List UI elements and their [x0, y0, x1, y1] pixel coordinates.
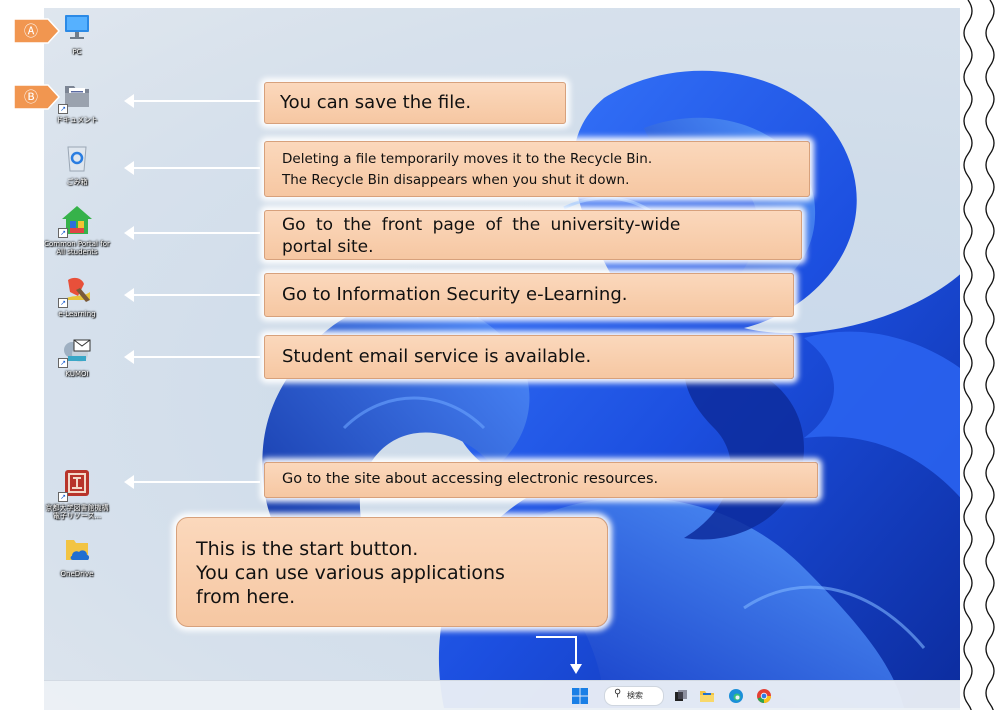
monitor-icon — [60, 12, 94, 44]
callout-start-button: This is the start button. You can use va… — [176, 517, 608, 627]
callout-email-text: Student email service is available. — [282, 346, 592, 367]
callout-start-line3: from here. — [196, 586, 296, 608]
edge-browser-icon[interactable] — [728, 687, 744, 705]
chrome-browser-icon[interactable] — [756, 687, 772, 705]
desktop-icon-recycle-bin[interactable]: ごみ箱 — [44, 142, 122, 186]
start-pointer-line — [536, 636, 576, 638]
icon-label: OneDrive — [60, 570, 94, 578]
desktop-icon-elearning[interactable]: ↗ e-Learning — [44, 274, 122, 318]
shortcut-arrow-icon: ↗ — [58, 298, 68, 308]
shortcut-arrow-icon: ↗ — [58, 358, 68, 368]
badge-b-label: Ⓑ — [24, 90, 38, 106]
callout-recycle-bin: Deleting a file temporarily moves it to … — [264, 141, 810, 197]
torn-edge-divider — [960, 0, 1002, 710]
icon-label: 京都大学図書館機構 電子リソース... — [45, 504, 109, 520]
callout-recycle-line1: Deleting a file temporarily moves it to … — [282, 151, 653, 167]
callout-electronic-resources: Go to the site about accessing electroni… — [264, 462, 818, 498]
arrow-to-documents — [124, 94, 260, 108]
callout-recycle-line2: The Recycle Bin disappears when you shut… — [282, 172, 630, 188]
shortcut-arrow-icon: ↗ — [58, 228, 68, 238]
windows-logo-icon — [572, 688, 588, 704]
arrow-to-kumoi — [124, 350, 260, 364]
start-button[interactable] — [571, 687, 589, 705]
badge-a-label: Ⓐ — [24, 24, 38, 40]
kumoi-mail-icon: ↗ — [58, 334, 94, 368]
callout-portal-line1: Go to the front page of the university-w… — [282, 215, 681, 235]
badge-a: Ⓐ — [13, 18, 61, 44]
callout-portal: Go to the front page of the university-w… — [264, 210, 802, 260]
elearning-pencil-icon: ↗ — [58, 274, 94, 308]
start-pointer-stem — [575, 636, 577, 666]
search-icon: ⚲ — [614, 688, 622, 699]
onedrive-folder-icon — [60, 534, 94, 566]
callout-elearning-text: Go to Information Security e-Learning. — [282, 284, 628, 305]
arrow-to-elearning — [124, 288, 260, 302]
callout-save-text: You can save the file. — [280, 92, 472, 113]
documents-folder-icon: ↗ — [58, 80, 94, 114]
callout-electronic-text: Go to the site about accessing electroni… — [282, 471, 659, 487]
recycle-bin-icon — [60, 142, 94, 174]
callout-portal-line2: portal site. — [282, 237, 374, 257]
taskbar: ⚲ 検索 — [44, 680, 984, 710]
icon-label: Common Portal for All students — [44, 240, 110, 256]
icon-label: PC — [72, 48, 82, 56]
portal-house-icon: ↗ — [58, 204, 94, 238]
library-seal-icon: ↗ — [58, 468, 94, 502]
desktop-icon-common-portal[interactable]: ↗ Common Portal for All students — [44, 204, 122, 256]
badge-b: Ⓑ — [13, 84, 61, 110]
callout-save: You can save the file. — [264, 82, 566, 124]
arrow-to-portal — [124, 226, 260, 240]
desktop-icon-library[interactable]: ↗ 京都大学図書館機構 電子リソース... — [44, 468, 122, 520]
icon-label: ごみ箱 — [66, 178, 88, 186]
callout-start-line2: You can use various applications — [196, 562, 505, 584]
icon-label: e-Learning — [58, 310, 96, 318]
callout-email: Student email service is available. — [264, 335, 794, 379]
file-explorer-icon[interactable] — [699, 687, 715, 705]
callout-elearning: Go to Information Security e-Learning. — [264, 273, 794, 317]
shortcut-arrow-icon: ↗ — [58, 492, 68, 502]
icon-label: ドキュメント — [56, 116, 98, 124]
search-label: 検索 — [627, 691, 643, 700]
search-box[interactable]: ⚲ 検索 — [604, 686, 664, 706]
task-view-icon[interactable] — [674, 687, 688, 705]
icon-label: KUMOI — [65, 370, 89, 378]
desktop-icon-onedrive[interactable]: OneDrive — [44, 534, 122, 578]
start-pointer-arrowhead — [570, 664, 582, 674]
callout-start-line1: This is the start button. — [196, 538, 419, 560]
desktop-icon-kumoi[interactable]: ↗ KUMOI — [44, 334, 122, 378]
arrow-to-library — [124, 475, 260, 489]
arrow-to-recycle-bin — [124, 161, 260, 175]
